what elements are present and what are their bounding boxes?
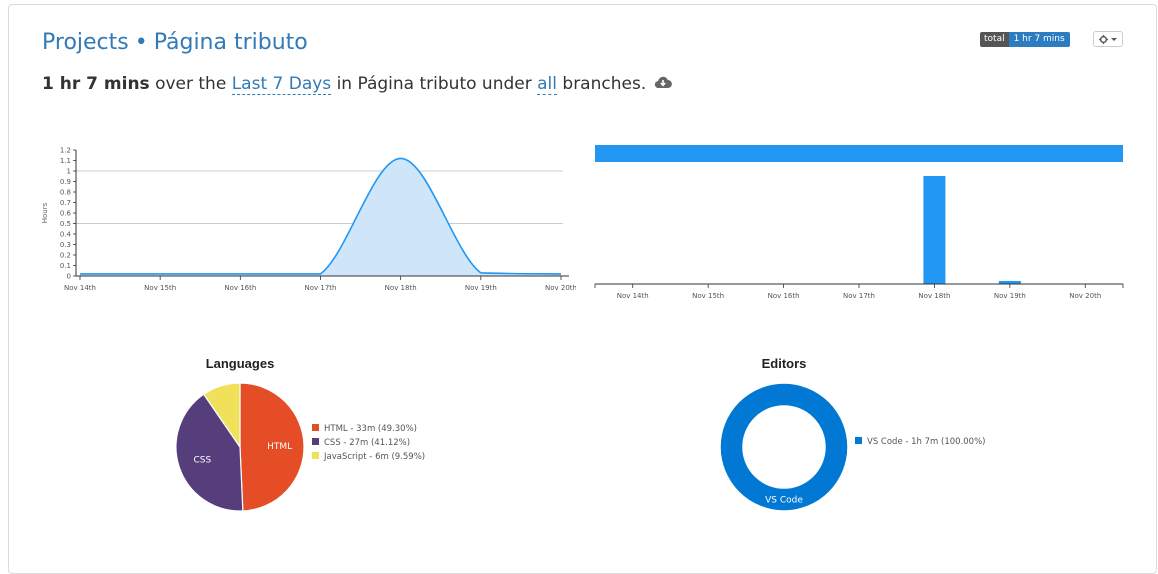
x-tick-label: Nov 19th [465, 284, 497, 292]
legend-swatch [312, 438, 319, 445]
legend-label: VS Code - 1h 7m (100.00%) [867, 437, 985, 447]
total-time-badge: total 1 hr 7 mins [980, 32, 1070, 47]
summary-under: under [481, 74, 532, 94]
slice-label: VS Code [765, 496, 803, 506]
settings-dropdown-button[interactable] [1093, 31, 1123, 47]
y-tick-label: 1 [67, 168, 71, 176]
pie-slice [720, 383, 848, 511]
area-fill [80, 158, 561, 276]
languages-pie-chart: Languages HTML CSS HTML - 33m (49.30%) CSS -… [175, 356, 425, 512]
summary-over-the: over the [155, 74, 227, 94]
x-tick-label: Nov 17th [305, 284, 337, 292]
daily-hours-bar-chart: Nov 14th Nov 15th Nov 16th Nov 17th Nov 18th… [594, 145, 1124, 300]
daily-hours-area-chart: 0 0.1 0.2 0.3 0.4 0.5 0.6 0.7 0.8 0.9 1 1.1 1.2 Hours… [41, 147, 576, 293]
x-tick-label: Nov 15th [692, 292, 724, 300]
y-tick-label: 1.1 [60, 157, 71, 165]
x-tick-label: Nov 15th [144, 284, 176, 292]
x-tick-label: Nov 20th [545, 284, 576, 292]
x-tick-label: Nov 19th [994, 292, 1026, 300]
legend-label: HTML - 33m (49.30%) [324, 424, 417, 434]
cloud-download-icon[interactable] [654, 74, 672, 94]
y-tick-label: 0.8 [60, 189, 71, 197]
legend-swatch [312, 424, 319, 431]
summary-project: Página tributo [357, 74, 477, 94]
chart-title: Languages [206, 356, 275, 371]
x-tick-label: Nov 18th [918, 292, 950, 300]
x-tick-label: Nov 16th [224, 284, 256, 292]
y-tick-label: 0.6 [60, 210, 72, 218]
chevron-down-icon [1111, 37, 1117, 41]
slice-label: HTML [267, 442, 292, 452]
date-range-link[interactable]: Last 7 Days [231, 74, 332, 95]
legend-label: CSS - 27m (41.12%) [324, 438, 410, 448]
y-axis-label: Hours [41, 202, 49, 223]
stacked-total-bar [595, 145, 1123, 162]
bar [923, 176, 946, 284]
badge-value: 1 hr 7 mins [1008, 32, 1070, 47]
y-tick-label: 0.2 [60, 252, 71, 260]
legend-label: JavaScript - 6m (9.59%) [323, 452, 425, 462]
legend-swatch [312, 452, 319, 459]
chart-title: Editors [762, 356, 807, 371]
y-tick-label: 0.9 [60, 178, 71, 186]
gear-icon [1099, 34, 1108, 44]
y-tick-label: 1.2 [60, 147, 71, 155]
y-tick-label: 0.5 [60, 220, 71, 228]
badge-label: total [980, 32, 1009, 47]
legend-swatch [855, 437, 862, 444]
slice-label: CSS [194, 456, 212, 466]
y-tick-label: 0.4 [60, 231, 72, 239]
x-tick-label: Nov 16th [768, 292, 800, 300]
y-tick-label: 0.1 [60, 262, 71, 270]
x-tick-label: Nov 17th [843, 292, 875, 300]
summary-branches: branches. [562, 74, 647, 94]
x-tick-label: Nov 14th [617, 292, 649, 300]
breadcrumb-project-link[interactable]: Página tributo [154, 30, 308, 55]
x-tick-label: Nov 18th [385, 284, 417, 292]
summary-total: 1 hr 7 mins [42, 74, 150, 94]
summary-line: 1 hr 7 mins over the Last 7 Days in Pági… [42, 74, 672, 95]
summary-in: in [336, 74, 353, 94]
series-line [80, 157, 562, 275]
y-tick-label: 0 [67, 273, 71, 281]
y-tick-label: 0.7 [60, 199, 71, 207]
breadcrumb-projects-link[interactable]: Projects [42, 30, 129, 55]
slice-outline [742, 405, 826, 489]
x-tick-label: Nov 20th [1069, 292, 1101, 300]
branches-link[interactable]: all [537, 74, 557, 95]
breadcrumb: Projects • Página tributo [42, 30, 308, 55]
editors-donut-chart: Editors VS Code VS Code - 1h 7m (100.00%) [719, 356, 985, 512]
y-tick-label: 0.3 [60, 241, 71, 249]
breadcrumb-separator: • [134, 30, 148, 55]
x-tick-label: Nov 14th [64, 284, 96, 292]
